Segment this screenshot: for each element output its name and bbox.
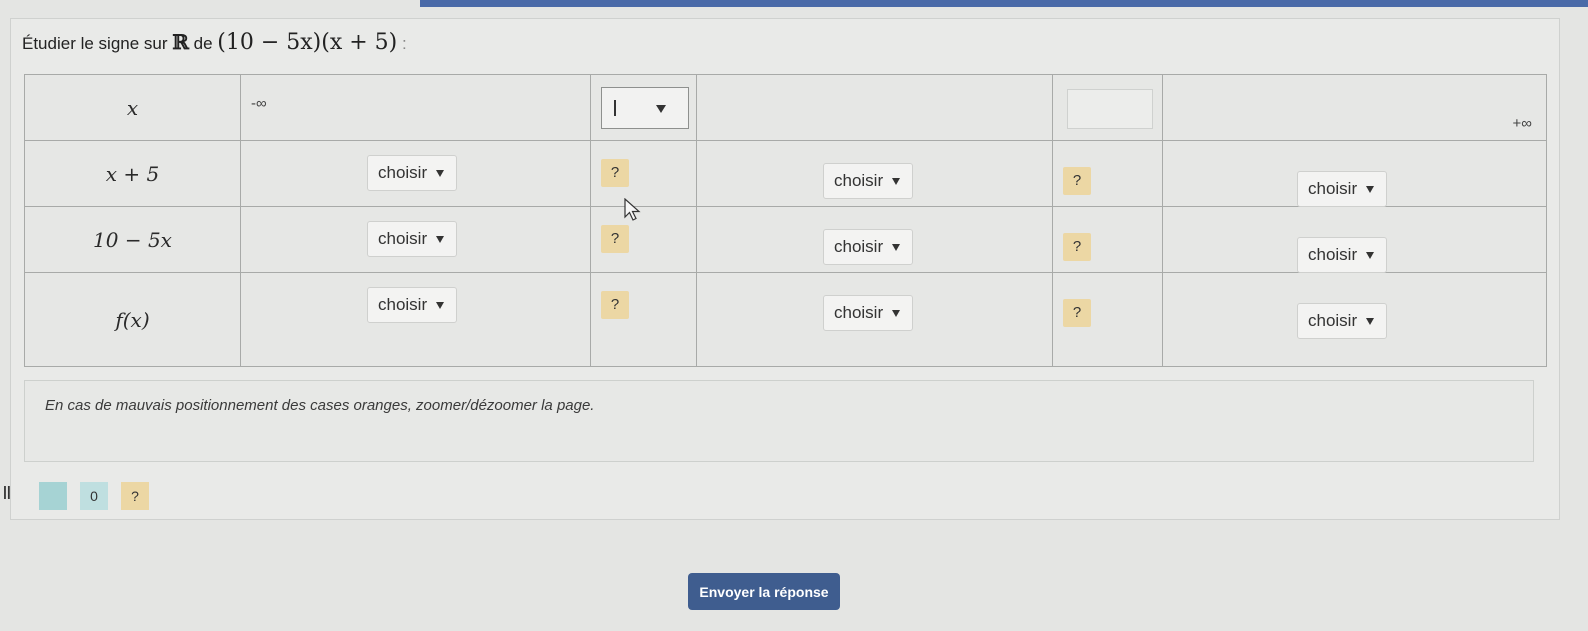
cell: ? (1052, 206, 1163, 273)
zero-or-bar-box[interactable]: ? (601, 225, 629, 253)
root-value-dropdown[interactable] (601, 87, 689, 129)
cell: choisir (696, 140, 1053, 207)
cell: ? (590, 140, 697, 207)
row-label-cell: f(x) (24, 272, 241, 367)
dropdown-arrow-icon (892, 178, 901, 186)
cell (696, 74, 1053, 141)
select-label: choisir (378, 229, 428, 248)
row-label-cell: 10 − 5x (24, 206, 241, 273)
x-label: x (126, 95, 139, 120)
select-label: choisir (378, 163, 428, 182)
cell: +∞ (1162, 74, 1547, 141)
table-row: f(x) choisir ? choisir ? choisir (24, 272, 1547, 367)
sign-select[interactable]: choisir (367, 287, 458, 323)
info-note: En cas de mauvais positionnement des cas… (24, 380, 1534, 462)
question-box-legend[interactable]: ? (121, 482, 149, 510)
minus-infinity-label: -∞ (251, 95, 267, 112)
select-label: choisir (834, 171, 884, 190)
table-row: x + 5 choisir ? choisir ? choisir (24, 140, 1547, 207)
select-label: choisir (1308, 179, 1358, 198)
zero-or-bar-box[interactable]: ? (1063, 167, 1091, 195)
sign-select[interactable]: choisir (823, 163, 914, 199)
cell: choisir (240, 206, 591, 273)
row-label-x-plus-5: x + 5 (105, 161, 160, 186)
cell: choisir (240, 140, 591, 207)
cell (590, 74, 697, 141)
pause-icon[interactable]: || (3, 483, 11, 499)
set-symbol: ℝ (172, 30, 189, 54)
cell: ? (590, 272, 697, 367)
sign-select[interactable]: choisir (1297, 303, 1388, 339)
question-expression: (10 − 5x)(x + 5) (217, 30, 398, 55)
cell: choisir (696, 272, 1053, 367)
dropdown-arrow-icon (892, 244, 901, 252)
teal-box-legend[interactable] (39, 482, 67, 510)
row-label-cell: x + 5 (24, 140, 241, 207)
cell: choisir (1162, 140, 1547, 207)
sign-select[interactable]: choisir (367, 155, 458, 191)
question-text: Étudier le signe sur ℝ de (10 − 5x)(x + … (22, 30, 407, 55)
sign-select[interactable]: choisir (1297, 237, 1388, 273)
top-bar (420, 0, 1588, 7)
question-suffix: : (402, 34, 407, 53)
note-text: En cas de mauvais positionnement des cas… (45, 397, 595, 414)
question-middle: de (193, 34, 213, 53)
dropdown-arrow-icon (1366, 318, 1375, 326)
sign-table: x -∞ +∞ x + 5 choisir ? choisir ? choisi… (24, 74, 1547, 367)
select-label: choisir (378, 295, 428, 314)
cell: choisir (1162, 272, 1547, 367)
cell: choisir (1162, 206, 1547, 273)
submit-answer-button[interactable]: Envoyer la réponse (688, 573, 840, 610)
zero-or-bar-box[interactable]: ? (601, 291, 629, 319)
cell: ? (1052, 272, 1163, 367)
cell (1052, 74, 1163, 141)
dropdown-arrow-icon (892, 310, 901, 318)
cell: ? (1052, 140, 1163, 207)
cell: choisir (240, 272, 591, 367)
dropdown-arrow-icon (1366, 252, 1375, 260)
dropdown-arrow-icon (1366, 186, 1375, 194)
row-label-10-minus-5x: 10 − 5x (93, 227, 172, 252)
select-label: choisir (834, 237, 884, 256)
cell: ? (590, 206, 697, 273)
zero-or-bar-box[interactable]: ? (601, 159, 629, 187)
dropdown-arrow-icon (436, 170, 445, 178)
root-value-input[interactable] (1067, 89, 1153, 129)
row-label-f-of-x: f(x) (115, 307, 150, 332)
zero-box-legend[interactable]: 0 (80, 482, 108, 510)
dropdown-arrow-icon (656, 105, 666, 113)
sign-select[interactable]: choisir (823, 229, 914, 265)
text-caret (614, 100, 616, 116)
dropdown-arrow-icon (436, 236, 445, 244)
sign-select[interactable]: choisir (1297, 171, 1388, 207)
cell: -∞ (240, 74, 591, 141)
dropdown-arrow-icon (436, 302, 445, 310)
x-header-cell: x (24, 74, 241, 141)
sign-select[interactable]: choisir (367, 221, 458, 257)
question-prefix: Étudier le signe sur (22, 34, 168, 53)
zero-or-bar-box[interactable]: ? (1063, 299, 1091, 327)
table-row: 10 − 5x choisir ? choisir ? choisir (24, 206, 1547, 273)
plus-infinity-label: +∞ (1512, 115, 1532, 132)
select-label: choisir (1308, 311, 1358, 330)
cell: choisir (696, 206, 1053, 273)
select-label: choisir (834, 303, 884, 322)
table-row: x -∞ +∞ (24, 74, 1547, 141)
sign-select[interactable]: choisir (823, 295, 914, 331)
select-label: choisir (1308, 245, 1358, 264)
zero-or-bar-box[interactable]: ? (1063, 233, 1091, 261)
